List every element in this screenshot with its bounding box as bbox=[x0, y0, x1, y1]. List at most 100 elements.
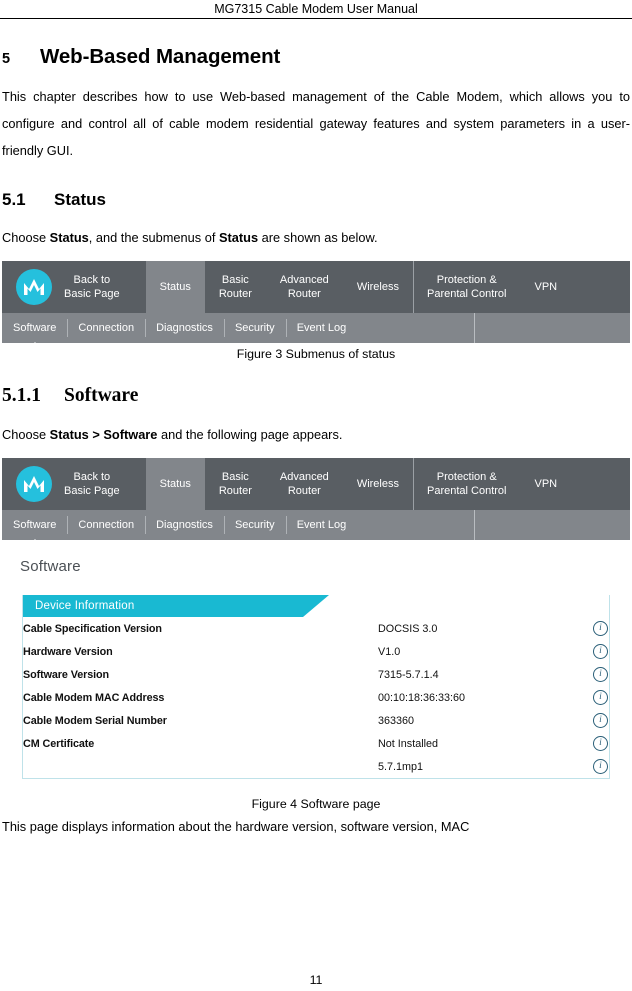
nav-item-status-2[interactable]: Status bbox=[145, 458, 205, 510]
row-value: DOCSIS 3.0 bbox=[378, 622, 438, 635]
table-row: Software Version 7315-5.7.1.4 i bbox=[23, 663, 623, 686]
running-head-text: MG7315 Cable Modem User Manual bbox=[214, 2, 418, 16]
running-head: MG7315 Cable Modem User Manual bbox=[0, 0, 632, 16]
secondary-navbar: Software Connection Diagnostics Security… bbox=[2, 313, 630, 350]
info-icon[interactable]: i bbox=[593, 667, 608, 682]
row-info-cell: i bbox=[578, 755, 623, 778]
status-lead-paragraph: Choose Status, and the submenus of Statu… bbox=[2, 224, 630, 251]
panel-header-taper bbox=[303, 595, 329, 617]
device-information-panel: Device Information Cable Specification V… bbox=[22, 595, 610, 779]
device-information-table: Cable Specification Version DOCSIS 3.0 i… bbox=[23, 617, 623, 778]
nav-back-line1: Back to bbox=[73, 274, 111, 286]
info-icon[interactable]: i bbox=[593, 690, 608, 705]
nav-back-line2-2: Basic Page bbox=[64, 485, 120, 497]
nav-item-protection-parental-control-2[interactable]: Protection & Parental Control bbox=[412, 458, 521, 510]
nav-back-to-basic-page[interactable]: Back to Basic Page bbox=[52, 273, 136, 301]
row-info-cell: i bbox=[578, 663, 623, 686]
row-info-cell: i bbox=[578, 686, 623, 709]
subnav-item-diagnostics-2[interactable]: Diagnostics bbox=[145, 510, 224, 540]
nav-item-advanced-router[interactable]: Advanced Router bbox=[266, 261, 343, 313]
table-row: Cable Modem Serial Number 363360 i bbox=[23, 709, 623, 732]
lead-mid: , and the submenus of bbox=[88, 230, 219, 245]
row-key: CM Certificate bbox=[23, 737, 95, 750]
table-row: 5.7.1mp1 i bbox=[23, 755, 623, 778]
row-value: 363360 bbox=[378, 714, 415, 727]
nav-item-status[interactable]: Status bbox=[145, 261, 205, 313]
nav-item-basic-router[interactable]: Basic Router bbox=[205, 261, 266, 313]
lead-bold-status-2: Status bbox=[218, 230, 259, 245]
nav-spacer bbox=[571, 261, 630, 313]
row-info-cell: i bbox=[578, 640, 623, 663]
lead-prefix: Choose bbox=[2, 230, 50, 245]
page-content: 5 Web-Based Management This chapter desc… bbox=[0, 45, 632, 840]
closing-paragraph: This page displays information about the… bbox=[2, 819, 470, 834]
primary-navbar-2: Back to Basic Page Status Basic Router A… bbox=[2, 458, 630, 510]
secondary-navbar-2: Software Connection Diagnostics Security… bbox=[2, 510, 630, 547]
software-page-body: Software Device Information Cable Specif… bbox=[2, 540, 630, 793]
subsection-heading-software: 5.1.1 Software bbox=[2, 385, 630, 407]
figure-3: Back to Basic Page Status Basic Router A… bbox=[2, 261, 630, 361]
row-key: Cable Modem Serial Number bbox=[23, 714, 167, 727]
header-divider bbox=[0, 18, 632, 19]
motorola-batwing-logo-icon bbox=[16, 269, 52, 305]
nav-item-vpn-2[interactable]: VPN bbox=[520, 458, 571, 510]
active-tab-pointer-icon-2 bbox=[27, 539, 42, 547]
subnav-item-software-2[interactable]: Software bbox=[2, 510, 67, 547]
motorola-batwing-logo-icon-2 bbox=[16, 466, 52, 502]
nav-back-to-basic-page-2[interactable]: Back to Basic Page bbox=[52, 470, 136, 498]
logo-cell-2: Back to Basic Page bbox=[2, 458, 146, 510]
nav-back-line2: Basic Page bbox=[64, 288, 120, 300]
subnav-item-software-label-2: Software bbox=[13, 519, 57, 531]
info-icon[interactable]: i bbox=[593, 736, 608, 751]
nav-back-line1-2: Back to bbox=[73, 471, 111, 483]
nav-spacer-2 bbox=[571, 458, 630, 510]
subnav-item-diagnostics[interactable]: Diagnostics bbox=[145, 313, 224, 343]
row-value: 00:10:18:36:33:60 bbox=[378, 691, 466, 704]
nav-item-wireless-2[interactable]: Wireless bbox=[343, 458, 413, 510]
subnav-item-connection-2[interactable]: Connection bbox=[67, 510, 145, 540]
figure-4-screenshot: Back to Basic Page Status Basic Router A… bbox=[2, 458, 630, 793]
primary-navbar: Back to Basic Page Status Basic Router A… bbox=[2, 261, 630, 313]
row-key: Cable Specification Version bbox=[23, 622, 162, 635]
subnav-item-event-log-2[interactable]: Event Log bbox=[285, 510, 358, 540]
subnav-spacer bbox=[357, 313, 630, 343]
row-value: 5.7.1mp1 bbox=[378, 760, 424, 773]
chapter-title: Web-Based Management bbox=[40, 45, 281, 68]
section-heading-status: 5.1 Status bbox=[2, 190, 630, 210]
subnav-item-software[interactable]: Software bbox=[2, 313, 67, 350]
software-lead-prefix: Choose bbox=[2, 427, 50, 442]
info-icon[interactable]: i bbox=[593, 621, 608, 636]
software-page-title: Software bbox=[20, 558, 81, 575]
row-key: Cable Modem MAC Address bbox=[23, 691, 165, 704]
active-tab-pointer-icon bbox=[27, 342, 42, 350]
row-info-cell: i bbox=[578, 732, 623, 755]
nav-item-wireless[interactable]: Wireless bbox=[343, 261, 413, 313]
table-row: Hardware Version V1.0 i bbox=[23, 640, 623, 663]
subnav-item-connection[interactable]: Connection bbox=[67, 313, 145, 343]
software-lead-suffix: and the following page appears. bbox=[157, 427, 343, 442]
figure-3-caption: Figure 3 Submenus of status bbox=[236, 347, 396, 361]
nav-item-protection-parental-control[interactable]: Protection & Parental Control bbox=[412, 261, 521, 313]
figure-4: Back to Basic Page Status Basic Router A… bbox=[2, 458, 630, 811]
table-row: Cable Modem MAC Address 00:10:18:36:33:6… bbox=[23, 686, 623, 709]
nav-item-basic-router-2[interactable]: Basic Router bbox=[205, 458, 266, 510]
subsection-number: 5.1.1 bbox=[2, 385, 41, 406]
subnav-item-security[interactable]: Security bbox=[223, 313, 286, 343]
row-info-cell: i bbox=[578, 709, 623, 732]
subnav-item-event-log[interactable]: Event Log bbox=[285, 313, 358, 343]
subsection-title: Software bbox=[64, 385, 139, 406]
row-value: 7315-5.7.1.4 bbox=[378, 668, 439, 681]
subnav-item-software-label: Software bbox=[13, 322, 57, 334]
info-icon[interactable]: i bbox=[593, 644, 608, 659]
row-key: Software Version bbox=[23, 668, 110, 681]
section-number: 5.1 bbox=[2, 190, 26, 209]
device-information-header: Device Information bbox=[23, 595, 609, 617]
chapter-intro-paragraph: This chapter describes how to use Web-ba… bbox=[2, 89, 630, 158]
info-icon[interactable]: i bbox=[593, 713, 608, 728]
info-icon[interactable]: i bbox=[593, 759, 608, 774]
subnav-item-security-2[interactable]: Security bbox=[223, 510, 286, 540]
subnav-vertical-divider bbox=[474, 313, 475, 343]
nav-item-advanced-router-2[interactable]: Advanced Router bbox=[266, 458, 343, 510]
nav-item-vpn[interactable]: VPN bbox=[520, 261, 571, 313]
table-row: CM Certificate Not Installed i bbox=[23, 732, 623, 755]
